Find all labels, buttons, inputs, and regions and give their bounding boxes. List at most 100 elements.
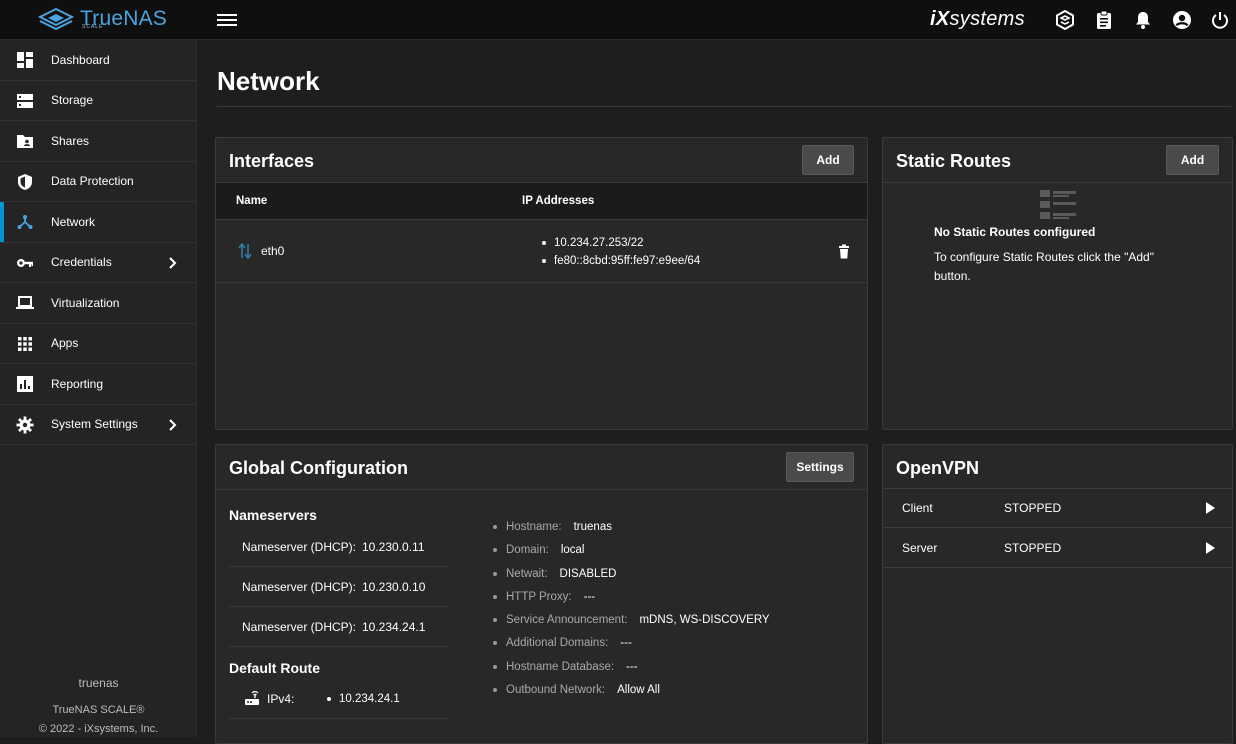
- copyright: © 2022 - iXsystems, Inc.: [38, 723, 159, 735]
- tasks-clipboard-icon[interactable]: [1093, 9, 1115, 31]
- static-routes-card: Static Routes Add No Static Routes confi…: [882, 137, 1233, 430]
- sidebar-hostname: truenas: [78, 676, 119, 690]
- detail-service-announcement: Service Announcement: mDNS, WS-DISCOVERY: [492, 610, 770, 633]
- play-icon[interactable]: [1204, 501, 1216, 515]
- table-row[interactable]: eth0 10.234.27.253/22 fe80::8cbd:95ff:fe…: [216, 220, 867, 283]
- detail-netwait: Netwait: DISABLED: [492, 564, 770, 587]
- sidebar-item-label: Reporting: [51, 376, 104, 391]
- sidebar-item-label: Credentials: [51, 255, 112, 270]
- nameserver-row: Nameserver (DHCP): 10.230.0.10: [229, 567, 448, 607]
- detail-label: Additional Domains:: [506, 637, 609, 650]
- title-divider: [217, 106, 1231, 107]
- sidebar-item-label: Data Protection: [51, 174, 134, 189]
- openvpn-client-row: Client STOPPED: [883, 488, 1232, 528]
- detail-label: Hostname Database:: [506, 660, 615, 673]
- dashboard-icon: [17, 52, 33, 68]
- sidebar-item-virtualization[interactable]: Virtualization: [0, 283, 196, 324]
- page-title: Network: [217, 66, 320, 96]
- detail-value: ---: [626, 660, 638, 673]
- detail-label: Netwait:: [506, 567, 548, 580]
- detail-outbound-network: Outbound Network: Allow All: [492, 680, 770, 703]
- shares-folder-icon: [17, 135, 33, 148]
- ixsystems-logo[interactable]: iXsystems: [930, 8, 1025, 31]
- account-circle-icon[interactable]: [1171, 9, 1193, 31]
- sidebar-item-data-protection[interactable]: Data Protection: [0, 162, 196, 202]
- sidebar-item-label: Network: [51, 214, 96, 229]
- empty-state-line: button.: [934, 269, 971, 283]
- link-updown-arrows-icon: [238, 242, 252, 260]
- detail-label: Hostname:: [506, 521, 562, 533]
- menu-toggle-icon[interactable]: [217, 11, 237, 29]
- vpn-service-name: Client: [902, 501, 933, 515]
- detail-hostname: Hostname: truenas: [492, 517, 770, 540]
- openvpn-card: OpenVPN Client STOPPED Server STOPPED: [882, 444, 1233, 744]
- static-routes-title: Static Routes: [896, 151, 1012, 171]
- detail-value: ---: [583, 590, 596, 603]
- nameserver-label: Nameserver (DHCP):: [242, 580, 357, 594]
- vendor-text: systems: [949, 8, 1025, 30]
- vpn-service-status: STOPPED: [1004, 501, 1062, 515]
- sidebar-item-dashboard[interactable]: Dashboard: [0, 40, 196, 81]
- nameserver-value: 10.234.24.1: [362, 620, 426, 634]
- settings-button[interactable]: Settings: [786, 452, 854, 482]
- sidebar-item-credentials[interactable]: Credentials: [0, 243, 196, 283]
- interface-ip-list: 10.234.27.253/22 fe80::8cbd:95ff:fe97:e9…: [539, 234, 700, 270]
- storage-icon: [17, 93, 33, 108]
- global-config-details: Hostname: truenas Domain: local Netwait: DI…: [492, 517, 770, 703]
- sidebar-item-label: Shares: [51, 133, 90, 148]
- global-configuration-card-header: Global Configuration Settings: [216, 445, 867, 490]
- sidebar: Dashboard Storage Shares Data Protection…: [0, 40, 197, 737]
- add-interface-button[interactable]: Add: [802, 145, 854, 175]
- detail-hostname-database: Hostname Database: ---: [492, 657, 770, 680]
- router-icon: [245, 691, 259, 705]
- interfaces-card: Interfaces Add Name IP Addresses eth0 10…: [215, 137, 868, 430]
- column-header-ip-addresses[interactable]: IP Addresses: [522, 195, 594, 207]
- openvpn-title: OpenVPN: [896, 458, 980, 478]
- interfaces-title: Interfaces: [229, 151, 315, 171]
- detail-value: truenas: [573, 521, 612, 533]
- default-route-title: Default Route: [229, 660, 320, 676]
- nameserver-row: Nameserver (DHCP): 10.234.24.1: [229, 607, 448, 647]
- openvpn-card-header: OpenVPN: [883, 445, 1232, 489]
- detail-domain: Domain: local: [492, 540, 770, 563]
- power-icon[interactable]: [1209, 9, 1231, 31]
- ip-address: 10.234.27.253/22: [539, 234, 700, 252]
- sidebar-item-network[interactable]: Network: [0, 202, 196, 243]
- interface-name: eth0: [261, 244, 285, 258]
- shield-icon: [18, 173, 32, 190]
- truenas-logo-icon: [38, 7, 74, 31]
- notifications-bell-icon[interactable]: [1132, 9, 1154, 31]
- nameserver-label: Nameserver (DHCP):: [242, 540, 357, 554]
- sidebar-item-shares[interactable]: Shares: [0, 121, 196, 162]
- sidebar-item-reporting[interactable]: Reporting: [0, 364, 196, 405]
- default-route-list: 10.234.24.1: [324, 690, 400, 708]
- chevron-right-icon: [169, 256, 177, 269]
- column-header-name[interactable]: Name: [236, 195, 267, 207]
- detail-additional-domains: Additional Domains: ---: [492, 633, 770, 656]
- detail-label: Service Announcement:: [506, 614, 628, 627]
- global-configuration-title: Global Configuration: [229, 458, 408, 478]
- detail-value: mDNS, WS-DISCOVERY: [639, 614, 770, 627]
- delete-trash-icon[interactable]: [838, 244, 850, 259]
- global-configuration-card: Global Configuration Settings Nameserver…: [215, 444, 868, 744]
- detail-value: local: [560, 544, 585, 557]
- reporting-chart-icon: [17, 376, 33, 392]
- laptop-icon: [16, 296, 34, 309]
- detail-label: HTTP Proxy:: [506, 590, 572, 603]
- sidebar-item-apps[interactable]: Apps: [0, 324, 196, 364]
- interfaces-card-header: Interfaces Add: [216, 138, 867, 183]
- default-route-value: 10.234.24.1: [324, 690, 400, 708]
- sidebar-item-system-settings[interactable]: System Settings: [0, 405, 196, 445]
- truecommand-icon[interactable]: [1054, 9, 1076, 31]
- play-icon[interactable]: [1204, 541, 1216, 555]
- nameservers-title: Nameservers: [229, 507, 317, 523]
- default-route-label: IPv4:: [267, 692, 295, 706]
- add-static-route-button[interactable]: Add: [1166, 145, 1219, 175]
- detail-label: Domain:: [506, 544, 549, 557]
- sidebar-item-label: Apps: [51, 336, 79, 351]
- interfaces-table-header: Name IP Addresses: [216, 183, 867, 220]
- nameserver-value: 10.230.0.10: [362, 580, 426, 594]
- product-version[interactable]: TrueNAS SCALE®: [0, 704, 197, 716]
- sidebar-item-storage[interactable]: Storage: [0, 81, 196, 121]
- key-icon: [17, 258, 33, 267]
